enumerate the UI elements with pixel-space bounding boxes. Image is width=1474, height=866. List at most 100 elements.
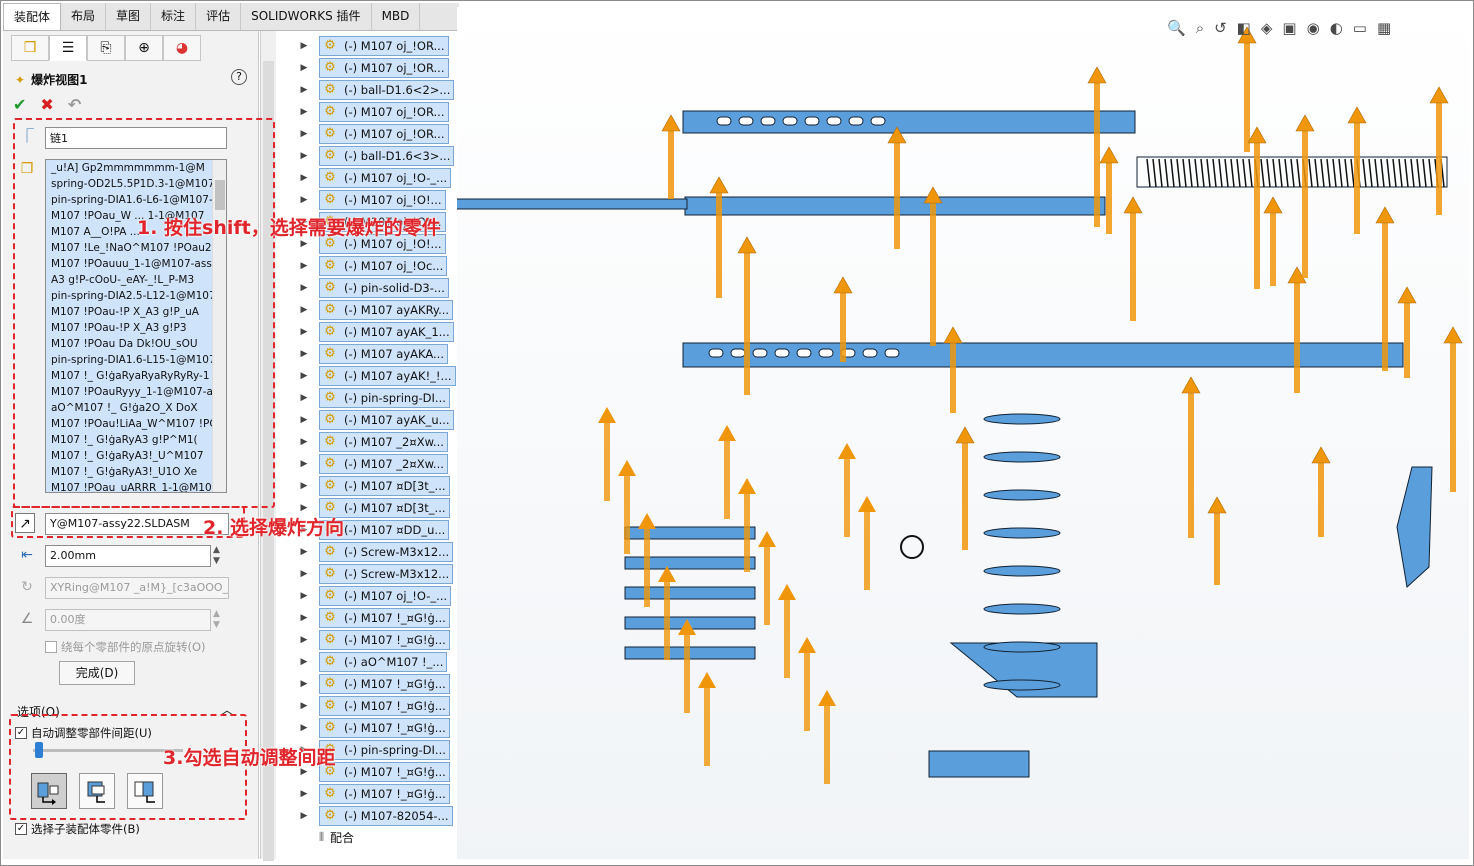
feature-tree-icon[interactable]: ☰ bbox=[49, 35, 87, 61]
expand-arrow-icon[interactable]: ▶ bbox=[297, 789, 311, 799]
ribbon-tab-3[interactable]: 标注 bbox=[151, 3, 197, 30]
tree-node-item[interactable]: ⚙ (-) ball-D1.6<2>... bbox=[319, 80, 455, 100]
tree-node[interactable]: ▶ ⚙ (-) Screw-M3x12... bbox=[297, 563, 457, 585]
tree-node[interactable]: ▶ ⚙ (-) M107 oj_!OR... bbox=[297, 35, 457, 57]
tree-node[interactable]: ▶ ⚙ (-) M107 oj_!OR... bbox=[297, 101, 457, 123]
tree-node[interactable]: ▶ ⚙ (-) M107 ayAK_u... bbox=[297, 409, 457, 431]
expand-arrow-icon[interactable]: ▶ bbox=[297, 129, 311, 139]
undo-button[interactable]: ↶ bbox=[68, 95, 81, 114]
tree-node-item[interactable]: ⚙ (-) M107 !_¤G!ġ... bbox=[319, 718, 450, 738]
expand-arrow-icon[interactable]: ▶ bbox=[297, 261, 311, 271]
expand-arrow-icon[interactable]: ▶ bbox=[297, 569, 311, 579]
expand-arrow-icon[interactable]: ▶ bbox=[297, 173, 311, 183]
tree-node[interactable]: ▶ ⚙ (-) M107 !_¤G!ġ... bbox=[297, 673, 457, 695]
tree-node[interactable]: ▶ ⚙ (-) Screw-M3x12... bbox=[297, 541, 457, 563]
tree-node[interactable]: ▶ ⚙ (-) pin-spring-DI... bbox=[297, 387, 457, 409]
tree-node-item[interactable]: ⚙ (-) M107 ayAK_1... bbox=[319, 322, 454, 342]
expand-arrow-icon[interactable]: ▶ bbox=[297, 415, 311, 425]
assembly-icon[interactable]: ❒ bbox=[11, 35, 49, 61]
tree-node-item[interactable]: ⚙ (-) M107-82054-... bbox=[319, 806, 453, 826]
tree-node-item[interactable]: ⚙ (-) M107 _2¤Xw... bbox=[319, 454, 448, 474]
tree-node-item[interactable]: ⚙ (-) M107 !_¤G!ġ... bbox=[319, 784, 450, 804]
expand-arrow-icon[interactable]: ▶ bbox=[297, 701, 311, 711]
expand-arrow-icon[interactable]: ▶ bbox=[297, 613, 311, 623]
expand-arrow-icon[interactable]: ▶ bbox=[297, 41, 311, 51]
done-button[interactable]: 完成(D) bbox=[59, 661, 135, 685]
expand-arrow-icon[interactable]: ▶ bbox=[297, 679, 311, 689]
graphics-viewport[interactable]: 🔍 ⌕ ↺ ◧ ◈ ▣ ◉ ◐ ▭ ▦ bbox=[457, 7, 1469, 859]
tree-node[interactable]: ▶ ⚙ (-) M107 _2¤Xw... bbox=[297, 431, 457, 453]
tree-node[interactable]: ▶ ⚙ (-) M107 oj_!OR... bbox=[297, 123, 457, 145]
tree-node[interactable]: ▶ ⚙ (-) M107 oj_!O-_... bbox=[297, 167, 457, 189]
tree-node[interactable]: ▶ ⚙ (-) M107 !_¤G!ġ... bbox=[297, 607, 457, 629]
tree-node-item[interactable]: ⚙ (-) Screw-M3x12... bbox=[319, 564, 454, 584]
tree-node[interactable]: ▶ ⚙ (-) M107-82054-... bbox=[297, 805, 457, 827]
tree-node[interactable]: ▶ ⚙ (-) M107 ayAKRy... bbox=[297, 299, 457, 321]
tree-node-item[interactable]: ⚙ (-) M107 _2¤Xw... bbox=[319, 432, 448, 452]
distance-spinner[interactable]: ▲ ▼ bbox=[213, 545, 220, 567]
mates-folder[interactable]: ⫴ 配合 bbox=[319, 829, 354, 846]
angle-spinner[interactable]: ▲ ▼ bbox=[213, 609, 220, 631]
expand-arrow-icon[interactable]: ▶ bbox=[297, 327, 311, 337]
ok-button[interactable]: ✔ bbox=[13, 95, 26, 114]
expand-arrow-icon[interactable]: ▶ bbox=[297, 635, 311, 645]
expand-arrow-icon[interactable]: ▶ bbox=[297, 283, 311, 293]
expand-arrow-icon[interactable]: ▶ bbox=[297, 239, 311, 249]
tree-node[interactable]: ▶ ⚙ (-) M107 oj_!OR... bbox=[297, 57, 457, 79]
tree-node[interactable]: ▶ ⚙ (-) ball-D1.6<2>... bbox=[297, 79, 457, 101]
section-view-icon[interactable]: ◧ bbox=[1237, 19, 1251, 37]
crosshair-icon[interactable]: ⊕ bbox=[125, 35, 163, 61]
view-settings-icon[interactable]: ▦ bbox=[1377, 19, 1391, 37]
tree-node-item[interactable]: ⚙ (-) M107 ¤D[3t_... bbox=[319, 476, 450, 496]
tree-node-item[interactable]: ⚙ (-) ball-D1.6<3>... bbox=[319, 146, 455, 166]
tree-node[interactable]: ▶ ⚙ (-) M107 _2¤Xw... bbox=[297, 453, 457, 475]
tree-node-item[interactable]: ⚙ (-) M107 oj_!OR... bbox=[319, 102, 449, 122]
expand-arrow-icon[interactable]: ▶ bbox=[297, 811, 311, 821]
display-style-icon[interactable]: ▣ bbox=[1282, 19, 1296, 37]
tree-node[interactable]: ▶ ⚙ (-) M107 ayAK!_!... bbox=[297, 365, 457, 387]
distance-field[interactable]: 2.00mm bbox=[45, 545, 211, 567]
cancel-button[interactable]: ✖ bbox=[40, 95, 53, 114]
previous-view-icon[interactable]: ↺ bbox=[1214, 19, 1227, 37]
tree-node-item[interactable]: ⚙ (-) M107 oj_!O-_... bbox=[319, 586, 452, 606]
tree-node-item[interactable]: ⚙ (-) M107 !_¤G!ġ... bbox=[319, 674, 450, 694]
tree-node[interactable]: ▶ ⚙ (-) ball-D1.6<3>... bbox=[297, 145, 457, 167]
tree-node[interactable]: ▶ ⚙ (-) M107 oj_!O-_... bbox=[297, 585, 457, 607]
expand-arrow-icon[interactable]: ▶ bbox=[297, 85, 311, 95]
tree-node-item[interactable]: ⚙ (-) pin-solid-D3-... bbox=[319, 278, 449, 298]
expand-arrow-icon[interactable]: ▶ bbox=[297, 393, 311, 403]
zoom-area-icon[interactable]: ⌕ bbox=[1196, 19, 1204, 37]
tree-node[interactable]: ▶ ⚙ (-) M107 !_¤G!ġ... bbox=[297, 783, 457, 805]
tree-node-item[interactable]: ⚙ (-) aO^M107 !_... bbox=[319, 652, 448, 672]
tree-node[interactable]: ▶ ⚙ (-) M107 !_¤G!ġ... bbox=[297, 629, 457, 651]
tree-node-item[interactable]: ⚙ (-) M107 !_¤G!ġ... bbox=[319, 630, 450, 650]
ribbon-tab-0[interactable]: 装配体 bbox=[3, 3, 62, 30]
help-icon[interactable]: ? bbox=[231, 69, 247, 85]
tree-node-item[interactable]: ⚙ (-) M107 !_¤G!ġ... bbox=[319, 696, 450, 716]
expand-arrow-icon[interactable]: ▶ bbox=[297, 503, 311, 513]
tree-node-item[interactable]: ⚙ (-) M107 oj_!OR... bbox=[319, 58, 449, 78]
angle-field[interactable]: 0.00度 bbox=[45, 609, 211, 631]
expand-arrow-icon[interactable]: ▶ bbox=[297, 371, 311, 381]
rotate-each-checkbox[interactable]: 绕每个零部件的原点旋转(O) bbox=[45, 639, 206, 655]
select-subassembly-checkbox[interactable]: ✓ 选择子装配体零件(B) bbox=[15, 821, 140, 837]
tree-node-item[interactable]: ⚙ (-) M107 oj_!Oc... bbox=[319, 256, 448, 276]
expand-arrow-icon[interactable]: ▶ bbox=[297, 349, 311, 359]
appearance-icon[interactable]: ◐ bbox=[1330, 19, 1343, 37]
zoom-fit-icon[interactable]: 🔍 bbox=[1167, 19, 1186, 37]
expand-arrow-icon[interactable]: ▶ bbox=[297, 657, 311, 667]
config-icon[interactable]: ⎘ bbox=[87, 35, 125, 61]
tree-node[interactable]: ▶ ⚙ (-) M107 !_¤G!ġ... bbox=[297, 695, 457, 717]
tree-node-item[interactable]: ⚙ (-) M107 oj_!O!... bbox=[319, 190, 446, 210]
expand-arrow-icon[interactable]: ▶ bbox=[297, 459, 311, 469]
expand-arrow-icon[interactable]: ▶ bbox=[297, 481, 311, 491]
tree-node-item[interactable]: ⚙ (-) pin-spring-DI... bbox=[319, 388, 450, 408]
expand-arrow-icon[interactable]: ▶ bbox=[297, 723, 311, 733]
tree-node[interactable]: ▶ ⚙ (-) aO^M107 !_... bbox=[297, 651, 457, 673]
tree-node-item[interactable]: ⚙ (-) M107 oj_!O-_... bbox=[319, 168, 452, 188]
tree-node[interactable]: ▶ ⚙ (-) pin-solid-D3-... bbox=[297, 277, 457, 299]
tree-node-item[interactable]: ⚙ (-) M107 ayAKA... bbox=[319, 344, 448, 364]
appearance-icon[interactable]: ◕ bbox=[163, 35, 201, 61]
expand-arrow-icon[interactable]: ▶ bbox=[297, 195, 311, 205]
expand-arrow-icon[interactable]: ▶ bbox=[297, 591, 311, 601]
